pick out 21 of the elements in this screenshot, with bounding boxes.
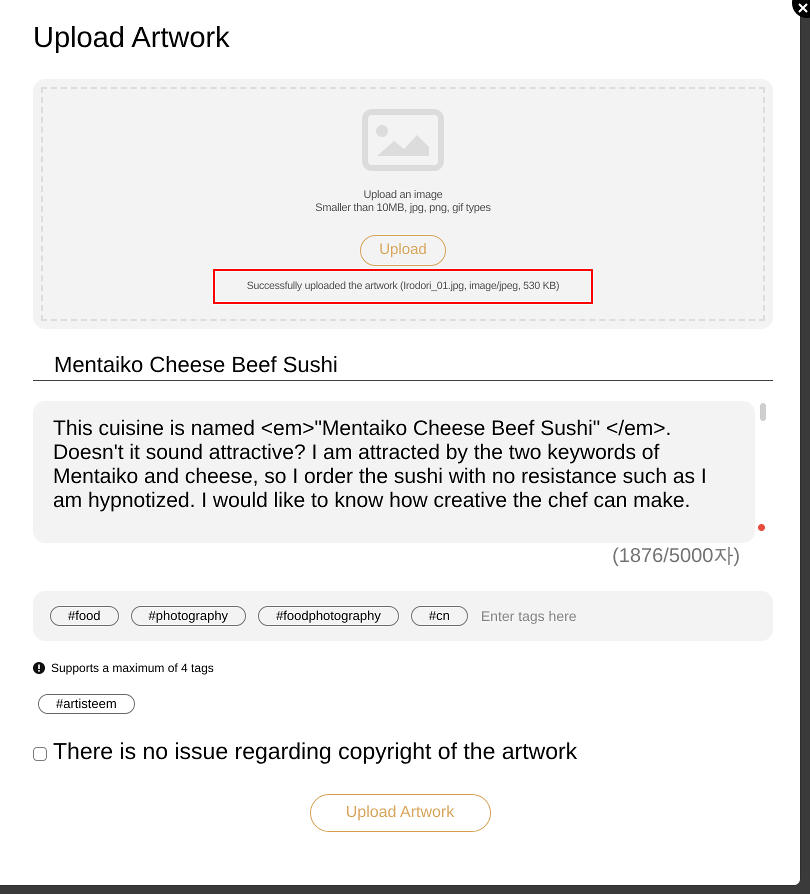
dialog-title: Upload Artwork (33, 21, 231, 56)
upload-status: Successfully uploaded the artwork (Irodori_01.jpg, image/jpeg, 530 KB) (213, 269, 593, 304)
scrollbar-thumb[interactable] (760, 403, 766, 421)
suggested-tag-chip[interactable]: #artisteem (38, 694, 135, 714)
character-counter: (1876/5000자) (612, 544, 740, 569)
warning-icon (33, 662, 45, 674)
tag-chip[interactable]: #cn (410, 606, 468, 626)
title-value: Mentaiko Cheese Beef Sushi (54, 351, 338, 379)
close-icon (798, 3, 808, 13)
upload-prompt: Upload an image (363, 189, 443, 202)
copyright-checkbox[interactable] (33, 747, 47, 762)
tags-notice: Supports a maximum of 4 tags (51, 660, 214, 677)
tags-placeholder: Enter tags here (480, 606, 577, 626)
tag-chip[interactable]: #food (50, 606, 119, 626)
description-text: This cuisine is named <em>"Mentaiko Cheese Beef Sushi" </em>. Doesn't it sound attractive? I am attracted by the two keywords of Mentaiko and cheese, so I order the sushi with no resistance such as I am hypnotized. I would like to know how creative the chef can make. (53, 417, 708, 513)
upload-hint: Smaller than 10MB, jpg, png, gif types (315, 202, 491, 215)
title-field[interactable]: Mentaiko Cheese Beef Sushi (33, 349, 773, 381)
copyright-label: There is no issue regarding copyright of the artwork (53, 737, 578, 766)
tag-chip[interactable]: #foodphotography (258, 606, 399, 626)
tags-field[interactable]: #food #photography #foodphotography #cn Enter tags here (33, 591, 773, 641)
tag-chip[interactable]: #photography (130, 606, 246, 626)
